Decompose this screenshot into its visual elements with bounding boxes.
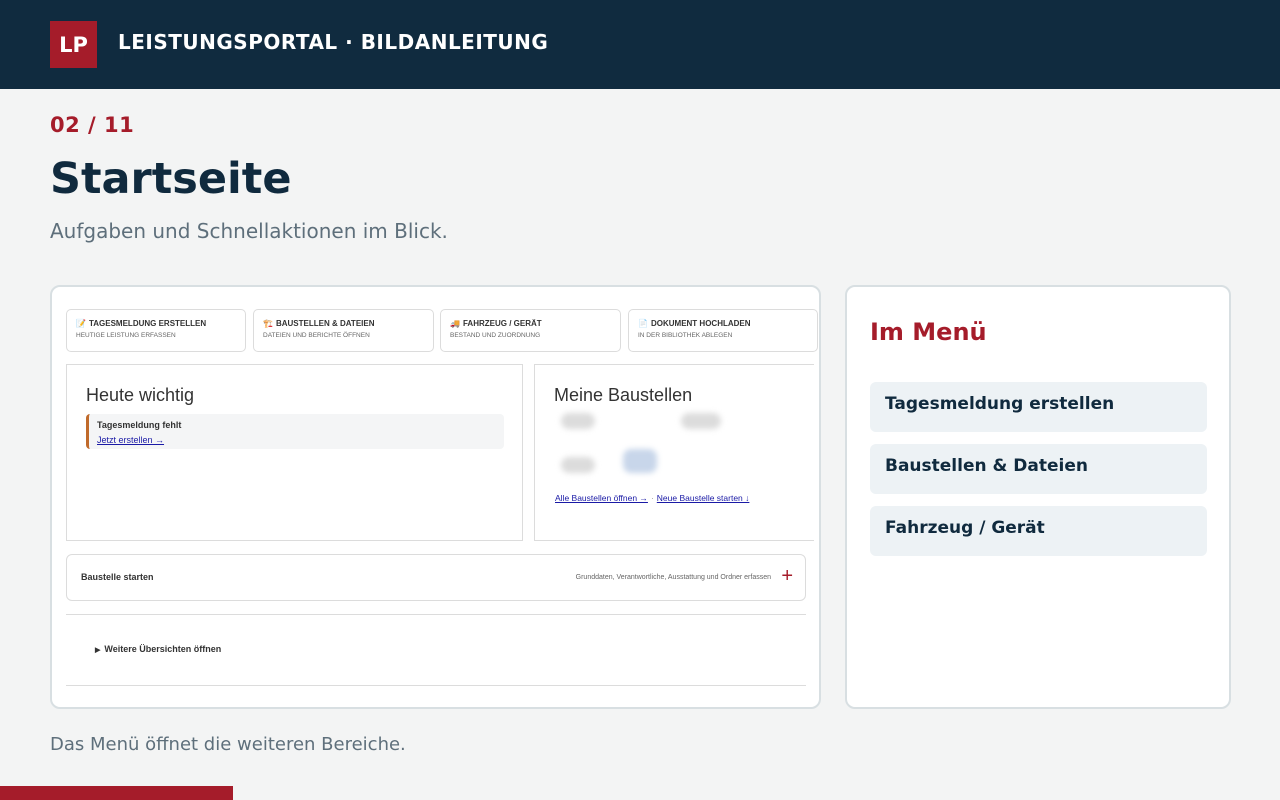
document-icon: 📄 — [638, 319, 648, 328]
top-bar: LP LEISTUNGSPORTAL · BILDANLEITUNG — [0, 0, 1280, 89]
quick-action-subtitle: DATEIEN UND BERICHTE ÖFFNEN — [263, 332, 370, 339]
today-heading: Heute wichtig — [86, 385, 195, 405]
more-overviews-row: ▶ Weitere Übersichten öffnen — [66, 614, 806, 686]
all-sites-link[interactable]: Alle Baustellen öffnen → — [555, 493, 648, 503]
sites-links: Alle Baustellen öffnen → · Neue Baustelle … — [555, 493, 749, 503]
create-now-link[interactable]: Jetzt erstellen → — [97, 435, 164, 445]
progress-bar — [0, 786, 1280, 800]
menu-item-baustellen[interactable]: Baustellen & Dateien — [870, 444, 1207, 494]
plus-icon[interactable]: + — [781, 565, 793, 588]
menu-item-tagesmeldung[interactable]: Tagesmeldung erstellen — [870, 382, 1207, 432]
quick-action-baustellen[interactable]: 🏗️ BAUSTELLEN & DATEIEN DATEIEN UND BERIC… — [253, 309, 434, 352]
triangle-right-icon: ▶ — [95, 647, 101, 654]
menu-heading: Im Menü — [870, 318, 987, 346]
menu-card: Im Menü Tagesmeldung erstellen Baustelle… — [845, 285, 1231, 709]
memo-icon: 📝 — [76, 319, 86, 328]
logo: LP — [50, 21, 97, 68]
progress-fill — [0, 786, 233, 800]
quick-action-subtitle: BESTAND UND ZUORDNUNG — [450, 332, 541, 339]
page-subtitle: Aufgaben und Schnellaktionen im Blick. — [50, 219, 448, 243]
menu-item-fahrzeug[interactable]: Fahrzeug / Gerät — [870, 506, 1207, 556]
quick-action-title: BAUSTELLEN & DATEIEN — [275, 319, 375, 328]
more-overviews-label: Weitere Übersichten öffnen — [104, 644, 222, 654]
sites-list-blurred — [551, 405, 789, 483]
footer-note: Das Menü öffnet die weiteren Bereiche. — [50, 734, 406, 755]
page-title: Startseite — [50, 154, 292, 204]
sites-panel: Meine Baustellen Alle Baustellen öffnen … — [534, 364, 814, 541]
today-panel: Heute wichtig Tagesmeldung fehlt Jetzt e… — [66, 364, 523, 541]
quick-action-subtitle: HEUTIGE LEISTUNG ERFASSEN — [76, 332, 176, 339]
quick-action-title: FAHRZEUG / GERÄT — [462, 319, 542, 328]
construction-icon: 🏗️ — [263, 319, 273, 328]
start-site-title: Baustelle starten — [81, 572, 154, 582]
quick-action-fahrzeug[interactable]: 🚚 FAHRZEUG / GERÄT BESTAND UND ZUORDNUNG — [440, 309, 621, 352]
quick-action-dokument[interactable]: 📄 DOKUMENT HOCHLADEN IN DER BIBLIOTHEK AB… — [628, 309, 818, 352]
link-separator: · — [650, 493, 654, 503]
quick-action-tagesmeldung[interactable]: 📝 TAGESMELDUNG ERSTELLEN HEUTIGE LEISTUNG… — [66, 309, 246, 352]
more-overviews-toggle[interactable]: ▶ Weitere Übersichten öffnen — [95, 644, 221, 654]
start-site-row[interactable]: Baustelle starten Grunddaten, Verantwort… — [66, 554, 806, 601]
quick-action-title: TAGESMELDUNG ERSTELLEN — [88, 319, 207, 328]
todo-item: Tagesmeldung fehlt Jetzt erstellen → — [86, 414, 504, 449]
sites-heading: Meine Baustellen — [554, 385, 693, 405]
quick-action-title: DOKUMENT HOCHLADEN — [650, 319, 751, 328]
start-site-description: Grunddaten, Verantwortliche, Ausstattung… — [575, 574, 771, 581]
app-screenshot: 📝 TAGESMELDUNG ERSTELLEN HEUTIGE LEISTUNG… — [66, 287, 818, 707]
truck-icon: 🚚 — [450, 319, 460, 328]
step-counter: 02 / 11 — [50, 113, 135, 137]
screenshot-card: 📝 TAGESMELDUNG ERSTELLEN HEUTIGE LEISTUNG… — [50, 285, 821, 709]
app-title: LEISTUNGSPORTAL · BILDANLEITUNG — [118, 30, 549, 54]
todo-title: Tagesmeldung fehlt — [97, 420, 182, 430]
new-site-link[interactable]: Neue Baustelle starten ↓ — [657, 493, 750, 503]
quick-action-subtitle: IN DER BIBLIOTHEK ABLEGEN — [638, 332, 733, 339]
